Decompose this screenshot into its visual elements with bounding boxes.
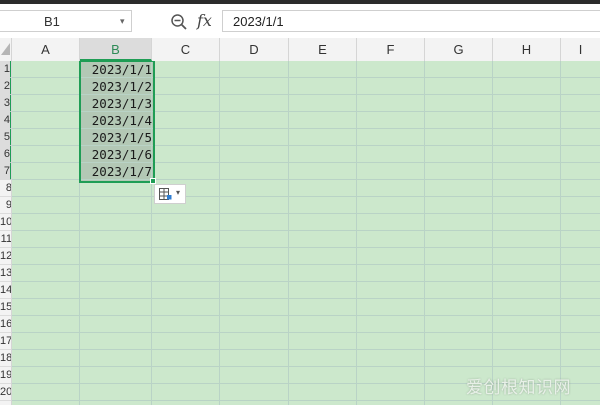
watermark-text: 爱创根知识网: [466, 378, 571, 398]
grid-row-line: [12, 247, 600, 248]
worksheet-grid[interactable]: 2023/1/1 2023/1/2 2023/1/3 2023/1/4 2023/1/5…: [12, 61, 600, 405]
chevron-down-icon: ▾: [176, 188, 181, 197]
select-all-corner[interactable]: [0, 38, 12, 61]
row-header-8[interactable]: 8: [0, 180, 11, 197]
row-header-17[interactable]: 17: [0, 333, 11, 350]
row-header-9[interactable]: 9: [0, 197, 11, 214]
grid-column-line: [288, 61, 289, 405]
row-header-11[interactable]: 11: [0, 231, 11, 248]
row-header-15[interactable]: 15: [0, 299, 11, 316]
grid-column-line: [560, 61, 561, 405]
formula-input[interactable]: 2023/1/1: [222, 10, 600, 32]
row-header-4[interactable]: 4: [0, 112, 11, 129]
grid-row-line: [12, 349, 600, 350]
name-box[interactable]: B1 ▾: [0, 10, 132, 32]
column-header-h[interactable]: H: [493, 38, 561, 61]
grid-row-line: [12, 196, 600, 197]
column-header-bar: ABCDEFGHI: [0, 38, 600, 62]
column-header-b[interactable]: B: [80, 38, 152, 61]
grid-row-line: [12, 213, 600, 214]
autofill-options-button[interactable]: ▾: [154, 184, 186, 204]
row-header-5[interactable]: 5: [0, 129, 11, 146]
row-header-13[interactable]: 13: [0, 265, 11, 282]
autofill-options-icon: [159, 188, 172, 200]
column-header-c[interactable]: C: [152, 38, 220, 61]
row-header-2[interactable]: 2: [0, 78, 11, 95]
row-header-bar: 1 2 3 4 5 6 7 8 9 10 11 12 13 14 15 16 17 18 19 20: [0, 61, 12, 405]
row-header-14[interactable]: 14: [0, 282, 11, 299]
row-header-6[interactable]: 6: [0, 146, 11, 163]
grid-row-line: [12, 230, 600, 231]
grid-column-line: [492, 61, 493, 405]
column-header-i[interactable]: I: [561, 38, 600, 61]
formula-bar: B1 ▾ fx 2023/1/1: [0, 4, 600, 39]
row-header-3[interactable]: 3: [0, 95, 11, 112]
grid-row-line: [12, 264, 600, 265]
row-header-12[interactable]: 12: [0, 248, 11, 265]
grid-row-line: [12, 298, 600, 299]
grid-column-line: [356, 61, 357, 405]
row-header-18[interactable]: 18: [0, 350, 11, 367]
row-header-10[interactable]: 10: [0, 214, 11, 231]
row-header-16[interactable]: 16: [0, 316, 11, 333]
function-icon[interactable]: fx: [197, 11, 212, 30]
grid-row-line: [12, 400, 600, 401]
selection-border: [79, 61, 155, 183]
grid-column-line: [424, 61, 425, 405]
row-header-1[interactable]: 1: [0, 61, 11, 78]
formula-value: 2023/1/1: [233, 14, 284, 29]
column-header-f[interactable]: F: [357, 38, 425, 61]
zoom-out-icon[interactable]: [170, 13, 188, 31]
column-header-a[interactable]: A: [12, 38, 80, 61]
grid-row-line: [12, 332, 600, 333]
name-box-value: B1: [44, 14, 60, 29]
row-header-7[interactable]: 7: [0, 163, 11, 180]
column-header-d[interactable]: D: [220, 38, 289, 61]
column-header-e[interactable]: E: [289, 38, 357, 61]
grid-row-line: [12, 366, 600, 367]
grid-column-line: [219, 61, 220, 405]
grid-row-line: [12, 315, 600, 316]
grid-row-line: [12, 281, 600, 282]
row-header-19[interactable]: 19: [0, 367, 11, 384]
chevron-down-icon[interactable]: ▾: [120, 16, 125, 27]
row-header-20[interactable]: 20: [0, 384, 11, 401]
column-header-g[interactable]: G: [425, 38, 493, 61]
